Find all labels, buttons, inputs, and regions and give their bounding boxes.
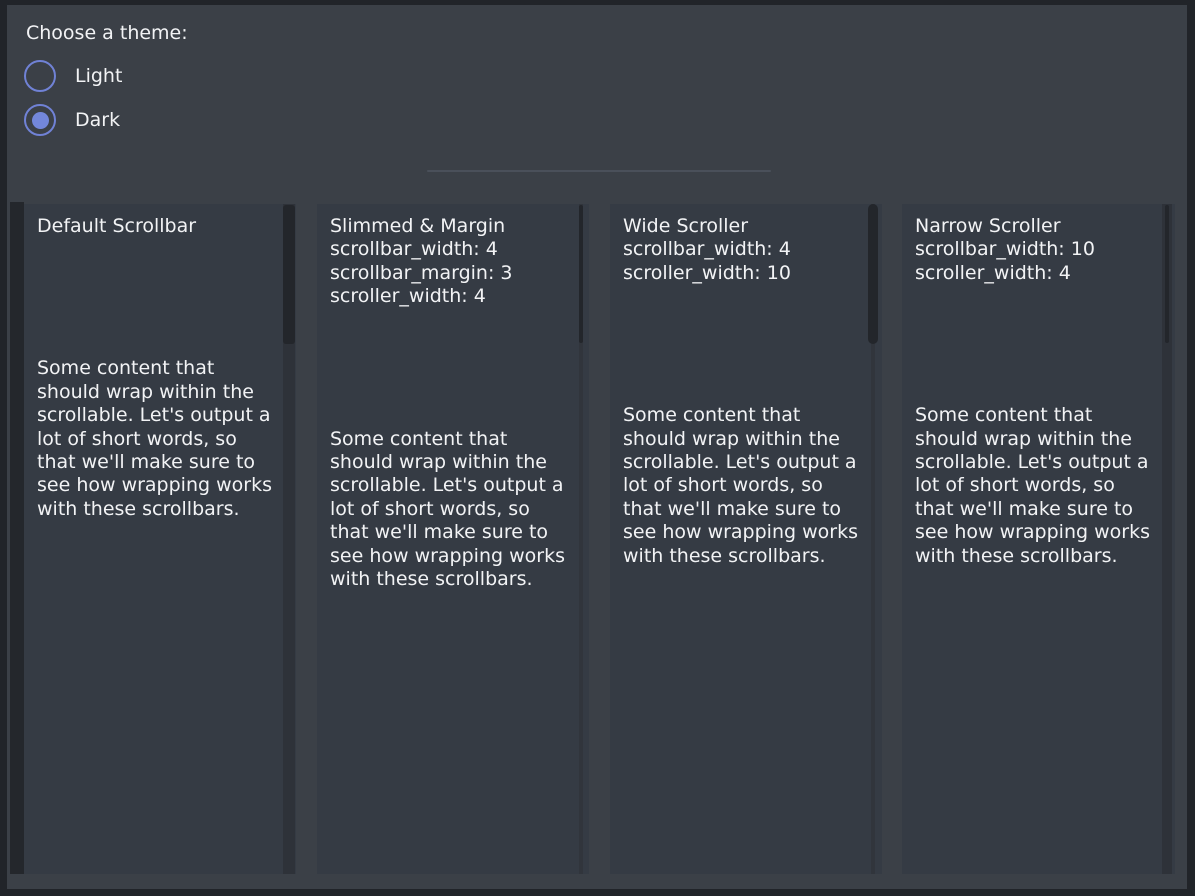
scrollable-narrow-scroller[interactable]: Narrow Scroller scrollbar_width: 10 scro…	[902, 204, 1175, 874]
panel-title: Slimmed & Margin	[330, 215, 570, 238]
radio-label-light[interactable]: Light	[75, 65, 122, 87]
panel-body-text: Some content that should wrap within the…	[330, 428, 568, 592]
scrollbar-thumb[interactable]	[579, 205, 583, 343]
scrollable-wide-content: Wide Scroller scrollbar_width: 4 scrolle…	[623, 215, 863, 568]
panel-title: Narrow Scroller	[915, 215, 1155, 238]
horizontal-divider	[427, 170, 771, 172]
radio-option-light[interactable]: Light	[24, 60, 122, 92]
scrollbar-thumb[interactable]	[283, 205, 295, 344]
scrollable-default[interactable]: Default Scrollbar Some content that shou…	[24, 204, 296, 874]
panel-body-text: Some content that should wrap within the…	[623, 404, 861, 568]
config-line: scroller_width: 10	[623, 262, 863, 285]
config-line: scrollbar_width: 4	[330, 238, 570, 261]
config-line: scrollbar_width: 4	[623, 238, 863, 261]
panel-title: Wide Scroller	[623, 215, 863, 238]
config-line: scrollbar_width: 10	[915, 238, 1155, 261]
left-gutter-shadow	[10, 202, 24, 874]
scrollable-slimmed-content: Slimmed & Margin scrollbar_width: 4 scro…	[330, 215, 570, 591]
scrollable-narrow-content: Narrow Scroller scrollbar_width: 10 scro…	[915, 215, 1155, 568]
panel-body-text: Some content that should wrap within the…	[915, 404, 1153, 568]
radio-label-dark[interactable]: Dark	[75, 109, 120, 131]
radio-selected-dot	[32, 112, 49, 129]
scrollable-slimmed-margin[interactable]: Slimmed & Margin scrollbar_width: 4 scro…	[317, 204, 589, 874]
config-line: scrollbar_margin: 3	[330, 262, 570, 285]
config-line: scroller_width: 4	[915, 262, 1155, 285]
radio-icon-light[interactable]	[24, 60, 56, 92]
panel-body-text: Some content that should wrap within the…	[37, 357, 275, 521]
theme-chooser-label: Choose a theme:	[26, 22, 188, 44]
radio-icon-dark-selected[interactable]	[24, 104, 56, 136]
config-line: scroller_width: 4	[330, 285, 570, 308]
scrollable-wide-scroller[interactable]: Wide Scroller scrollbar_width: 4 scrolle…	[610, 204, 882, 874]
app-window: Choose a theme: Light Dark Default Scrol…	[0, 0, 1195, 896]
panel-title: Default Scrollbar	[37, 215, 277, 238]
scrollable-default-content: Default Scrollbar Some content that shou…	[37, 215, 277, 521]
radio-option-dark[interactable]: Dark	[24, 104, 120, 136]
scrollbar-thumb[interactable]	[1165, 205, 1169, 343]
scrollbar-thumb[interactable]	[868, 204, 878, 344]
